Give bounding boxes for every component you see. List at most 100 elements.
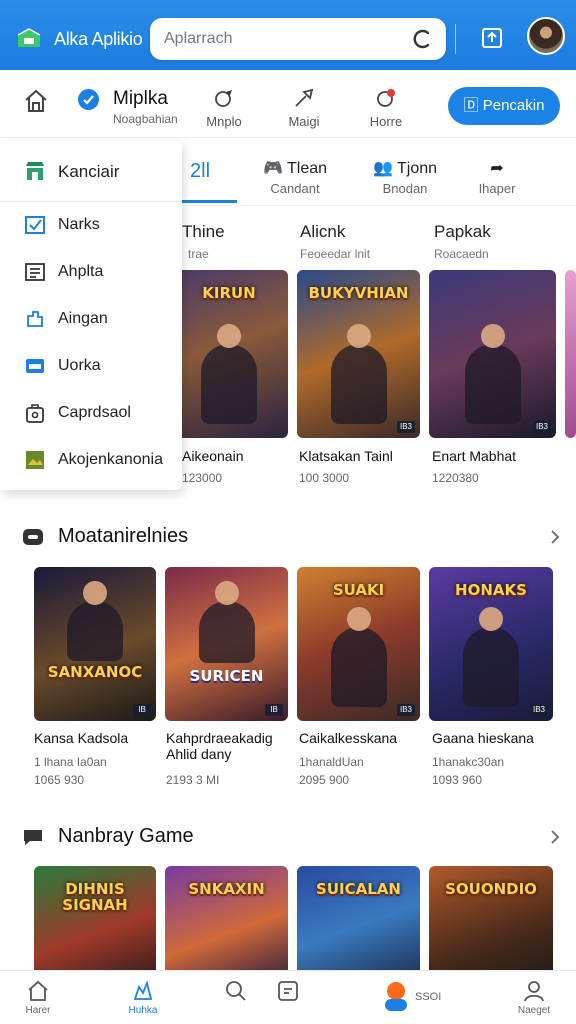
section-header[interactable]: Moatanirelnies — [22, 522, 562, 552]
card-meta: 1 lhana Ia0an — [34, 755, 107, 769]
game-card[interactable]: IB3 — [429, 270, 556, 438]
center-action-label: SSOI — [415, 991, 442, 1003]
action-label: Pencakin — [482, 97, 545, 114]
dropdown-item[interactable]: Akojenkanonia — [0, 437, 182, 483]
tab-ihaper[interactable]: ➦ Ihaper — [462, 158, 532, 196]
dropdown-menu: Kanciair Narks Ahplta Aingan Uorka Caprd… — [0, 140, 182, 490]
checkbox-icon — [25, 216, 45, 234]
column-title: Alicnk — [300, 222, 346, 241]
game-card[interactable]: BUKYVHIAN IB3 — [297, 270, 420, 438]
home-icon — [28, 980, 48, 1001]
game-icon — [133, 980, 153, 1000]
search-icon[interactable] — [410, 27, 434, 51]
gamepad-icon — [215, 90, 232, 107]
game-card[interactable]: SUAKI IB3 — [297, 567, 420, 721]
nav-item-label: Horre — [369, 114, 403, 129]
dropdown-item-label: Akojenkanonia — [58, 451, 163, 468]
chevron-right-icon[interactable] — [548, 528, 562, 546]
share-arrow-icon: ➦ — [490, 160, 504, 177]
notification-icon — [377, 89, 395, 107]
dropdown-item-label: Caprdsaol — [58, 404, 131, 421]
dropdown-header-label: Kanciair — [58, 162, 120, 181]
tab-tlean[interactable]: 🎮 Tlean Candant — [260, 158, 330, 196]
card-art-title: HONAKS — [455, 581, 527, 599]
tab-sub: Ihaper — [478, 181, 516, 196]
dropdown-header[interactable]: Kanciair — [0, 140, 182, 202]
bottom-nav-search[interactable] — [206, 979, 266, 1003]
tab-title: Tlean — [287, 160, 328, 177]
column-sub: Roacaedn — [434, 247, 489, 261]
dropdown-item[interactable]: Uorka — [0, 343, 182, 389]
game-card[interactable]: SNKAXIN — [165, 866, 288, 986]
card-badge: IB — [133, 704, 151, 716]
game-card[interactable]: KIRUN — [170, 270, 288, 438]
card-badge: IB3 — [397, 704, 415, 716]
card-badge: IB — [265, 704, 283, 716]
dropdown-item-label: Uorka — [58, 357, 101, 374]
logo-icon[interactable] — [16, 27, 42, 49]
puzzle-icon — [27, 311, 43, 327]
bottom-nav-label: Naeget — [517, 1005, 551, 1016]
card-character — [464, 324, 521, 424]
dropdown-item[interactable]: Ahplta — [0, 249, 182, 295]
game-card[interactable]: SANXANOC IB — [34, 567, 156, 721]
section-header[interactable]: Nanbray Game — [22, 822, 562, 852]
card-icon — [26, 359, 44, 373]
card-art-title: SUICALAN — [316, 880, 401, 898]
dropdown-item[interactable]: Caprdsaol — [0, 390, 182, 436]
primary-action-button[interactable]: 🄳 Pencakin — [448, 87, 560, 125]
home-icon[interactable] — [23, 88, 49, 114]
card-art-title: SUAKI — [332, 581, 385, 599]
card-meta: 1220380 — [432, 471, 479, 485]
game-card[interactable]: SUICALAN — [297, 866, 420, 986]
card-character — [67, 581, 123, 661]
controller-icon: 🎮 — [262, 160, 283, 177]
card-name: Kahprdraeakadig Ahlid dany — [166, 730, 273, 762]
card-name: Aikeonain — [182, 448, 244, 464]
verified-icon — [78, 89, 99, 110]
game-card[interactable]: SURICEN IB — [165, 567, 288, 721]
share-icon[interactable] — [480, 26, 504, 50]
card-character — [201, 324, 257, 424]
bottom-nav: Harer Huhka SSOI Naeget — [0, 970, 576, 1024]
column-title: Thine — [182, 222, 225, 241]
image-icon — [26, 451, 44, 469]
card-character — [330, 607, 387, 707]
game-card[interactable]: DIHNIS SIGNAH — [34, 866, 156, 986]
nav-item-mnplo[interactable]: Mnplo — [192, 86, 256, 129]
card-name: Gaana hieskana — [432, 730, 534, 746]
bottom-nav-games[interactable]: Huhka — [113, 979, 173, 1016]
game-card[interactable]: HONAKS IB3 — [429, 567, 553, 721]
tab-tjonn[interactable]: 👥 Tjonn Bnodan — [370, 158, 440, 196]
card-art-title: SURICEN — [189, 667, 264, 685]
tab-title: Tjonn — [397, 160, 438, 177]
people-icon: 👥 — [372, 160, 393, 177]
game-card[interactable]: SOUONDIO — [429, 866, 553, 986]
game-card-partial[interactable] — [565, 270, 576, 438]
chevron-right-icon[interactable] — [548, 828, 562, 846]
card-meta: 1065 930 — [34, 773, 85, 787]
bottom-nav-label: Harer — [25, 1005, 51, 1016]
card-meta: 100 3000 — [299, 471, 350, 485]
dropdown-item[interactable]: Narks — [0, 202, 182, 248]
center-action-icon[interactable] — [383, 979, 409, 1013]
tab-sub: Candant — [270, 181, 320, 196]
profile-icon — [524, 981, 544, 1002]
card-name: Klatsakan Tainl — [299, 448, 393, 464]
card-character — [198, 581, 255, 663]
bottom-nav-library[interactable] — [258, 979, 318, 1003]
dropdown-item[interactable]: Aingan — [0, 296, 182, 342]
nav-title: Miplka — [113, 88, 168, 109]
card-art-title: KIRUN — [202, 284, 256, 302]
bottom-nav-profile[interactable]: Naeget — [504, 979, 564, 1016]
search-icon — [226, 981, 246, 1001]
tab-active[interactable]: 2ll — [190, 160, 210, 183]
nav-item-horre[interactable]: Horre — [354, 86, 418, 129]
nav-item-label: Maigi — [288, 114, 320, 129]
avatar[interactable] — [527, 17, 565, 55]
bottom-nav-home[interactable]: Harer — [8, 979, 68, 1016]
search-input[interactable]: Aplarrach — [150, 18, 446, 60]
lock-icon — [26, 404, 44, 423]
sword-icon — [295, 88, 314, 107]
nav-item-maigi[interactable]: Maigi — [272, 86, 336, 129]
